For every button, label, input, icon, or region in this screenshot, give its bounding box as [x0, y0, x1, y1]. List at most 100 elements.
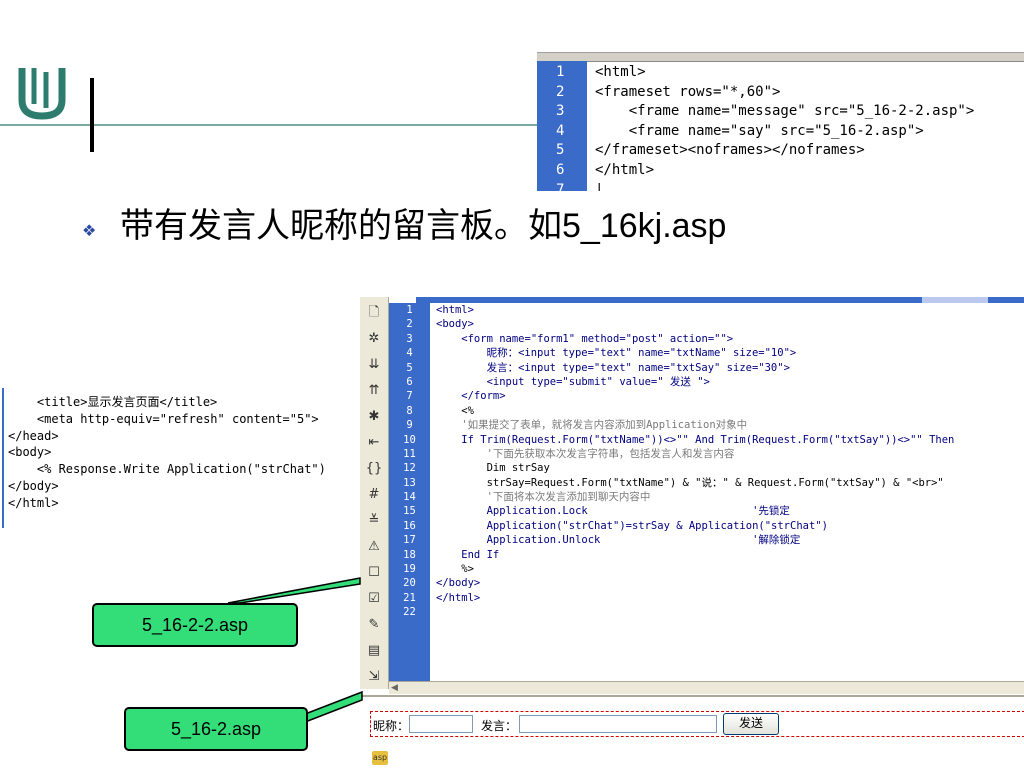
code-text: <form name="form1" method="post" action=…	[436, 332, 734, 345]
uncomment-icon[interactable]: ☑	[364, 589, 384, 609]
editor-code-line[interactable]: 4 昵称：<input type="text" name="txtName" s…	[389, 346, 1024, 360]
code-text: <html>	[436, 304, 474, 316]
line-number: 5	[406, 361, 413, 374]
asterisk-icon[interactable]: ✱	[364, 407, 384, 427]
line-number: 2	[406, 318, 413, 331]
code-text: End If	[436, 548, 500, 561]
editor-code-line[interactable]: 1 <html>	[389, 303, 1024, 317]
callout-connector-frame2	[299, 690, 363, 726]
head-code-line: </html>	[8, 495, 59, 510]
editor-code-line[interactable]: 19 %>	[389, 562, 1024, 576]
bullet-icon: ❖	[82, 221, 97, 240]
comment-icon[interactable]: ☐	[364, 563, 384, 583]
line-number: 2	[556, 83, 565, 100]
editor-code-line[interactable]: 6 <input type="submit" value=" 发送 ">	[389, 375, 1024, 389]
code-text: '如果提交了表单，就将发言内容添加到Application对象中	[436, 419, 748, 432]
design-form: 昵称： 发言： 发送	[370, 711, 1024, 737]
line-number: 8	[406, 404, 413, 417]
line-number: 14	[403, 491, 416, 504]
editor-code-line[interactable]: 5 发言：<input type="text" name="txtSay" si…	[389, 361, 1024, 375]
code-text: <%	[436, 404, 474, 417]
page-icon[interactable]: 🗋	[364, 303, 384, 323]
line-number: 17	[403, 534, 416, 547]
line-number: 12	[403, 462, 416, 475]
code-editor-window[interactable]: 🗋✲⇊⇈✱⇤{}#≚⚠☐☑✎▤⇲» 1<html>2<body>3 <form …	[360, 297, 1024, 768]
warning-icon[interactable]: ⚠	[364, 537, 384, 557]
line-number: 6	[556, 161, 565, 178]
line-number: 3	[406, 332, 413, 345]
code-text: </form>	[436, 390, 506, 403]
nickname-input[interactable]	[409, 715, 473, 733]
line-number: 4	[406, 347, 413, 360]
frameset-code-line: 3 <frame name="message" src="5_16-2-2.as…	[537, 102, 1024, 122]
line-number: 11	[403, 447, 416, 460]
line-number: 13	[403, 476, 416, 489]
editor-code-line[interactable]: 13 strSay=Request.Form("txtName") & "说："…	[389, 476, 1024, 490]
head-code-line: </body>	[8, 478, 59, 493]
horizontal-scrollbar[interactable]: ◀	[389, 681, 1024, 694]
editor-code-line[interactable]: 16 Application("strChat")=strSay & Appli…	[389, 519, 1024, 533]
code-text: %>	[436, 563, 474, 576]
format-icon[interactable]: ▤	[364, 641, 384, 661]
indent-icon[interactable]: ⇤	[364, 433, 384, 453]
code-text: <html>	[595, 64, 646, 80]
editor-code-line[interactable]: 20 </body>	[389, 576, 1024, 590]
expand-icon[interactable]: ⇈	[364, 381, 384, 401]
line-number: 19	[403, 563, 416, 576]
editor-code-line[interactable]: 22	[389, 605, 1024, 619]
header-divider	[90, 78, 94, 152]
editor-code-line[interactable]: 14 '下面将本次发言添加到聊天内容中	[389, 490, 1024, 504]
pencil-icon[interactable]: ✎	[364, 615, 384, 635]
code-text: </body>	[436, 577, 481, 590]
coding-toolbar: 🗋✲⇊⇈✱⇤{}#≚⚠☐☑✎▤⇲»	[360, 297, 389, 710]
editor-code-line[interactable]: 18 End If	[389, 548, 1024, 562]
editor-code[interactable]: 1 <html> 2 <body> 3 <form name="form1" metho…	[389, 303, 1024, 620]
editor-code-line[interactable]: 9 '如果提交了表单，就将发言内容添加到Application对象中	[389, 418, 1024, 432]
head-code-panel: <title>显示发言页面</title> <meta http-equiv="…	[0, 388, 345, 528]
head-code-line: <meta http-equiv="refresh" content="5">	[8, 411, 319, 426]
editor-code-line[interactable]: 15 Application.Lock '先锁定	[389, 504, 1024, 518]
slide-title: 带有发言人昵称的留言板。如5_16kj.asp	[120, 202, 726, 250]
editor-code-line[interactable]: 12 Dim strSay	[389, 461, 1024, 475]
editor-code-line[interactable]: 10 If Trim(Request.Form("txtName"))<>"" …	[389, 433, 1024, 447]
scroll-left-icon[interactable]: ◀	[391, 682, 398, 694]
syntax-icon[interactable]: ≚	[364, 511, 384, 531]
code-text: <body>	[436, 318, 474, 331]
editor-code-line[interactable]: 3 <form name="form1" method="post" actio…	[389, 332, 1024, 346]
editor-code-line[interactable]: 11 '下面先获取本次发言字符串，包括发言人和发言内容	[389, 447, 1024, 461]
editor-code-line[interactable]: 2 <body>	[389, 317, 1024, 331]
line-number: 18	[403, 548, 416, 561]
editor-code-line[interactable]: 21 </html>	[389, 591, 1024, 605]
design-view: 昵称： 发言： 发送 asp	[360, 695, 1024, 768]
line-number: 1	[556, 64, 565, 80]
hash-icon[interactable]: #	[364, 485, 384, 505]
line-number: 10	[403, 433, 416, 446]
callout-message-frame: 5_16-2-2.asp	[92, 603, 298, 647]
head-code-line: <title>显示发言页面</title>	[8, 395, 218, 409]
editor-code-line[interactable]: 7 </form>	[389, 389, 1024, 403]
send-button[interactable]: 发送	[723, 713, 779, 735]
line-number: 15	[403, 505, 416, 518]
callout-connector-frame1	[227, 577, 361, 604]
braces-icon[interactable]: {}	[364, 459, 384, 479]
code-text: <frame name="message" src="5_16-2-2.asp"…	[595, 103, 975, 120]
callout-say-frame: 5_16-2.asp	[124, 707, 308, 751]
code-text: |	[595, 181, 604, 191]
code-text: Application("strChat")=strSay & Applicat…	[436, 519, 828, 532]
line-number: 22	[403, 606, 416, 619]
nickname-label: 昵称：	[373, 719, 410, 733]
code-text: </html>	[595, 161, 655, 178]
code-text: <input type="submit" value=" 发送 ">	[436, 375, 710, 388]
say-input[interactable]	[519, 715, 717, 733]
editor-code-line[interactable]: 17 Application.Unlock '解除锁定	[389, 533, 1024, 547]
gear-icon[interactable]: ✲	[364, 329, 384, 349]
editor-code-line[interactable]: 8 <%	[389, 404, 1024, 418]
line-number: 6	[406, 375, 413, 388]
frameset-code-line: 5 </frameset><noframes></noframes>	[537, 141, 1024, 161]
wrap-icon[interactable]: ⇲	[364, 667, 384, 687]
code-text: Dim strSay	[436, 462, 550, 475]
line-number: 7	[556, 181, 565, 191]
line-number: 4	[556, 122, 565, 139]
collapse-icon[interactable]: ⇊	[364, 355, 384, 375]
